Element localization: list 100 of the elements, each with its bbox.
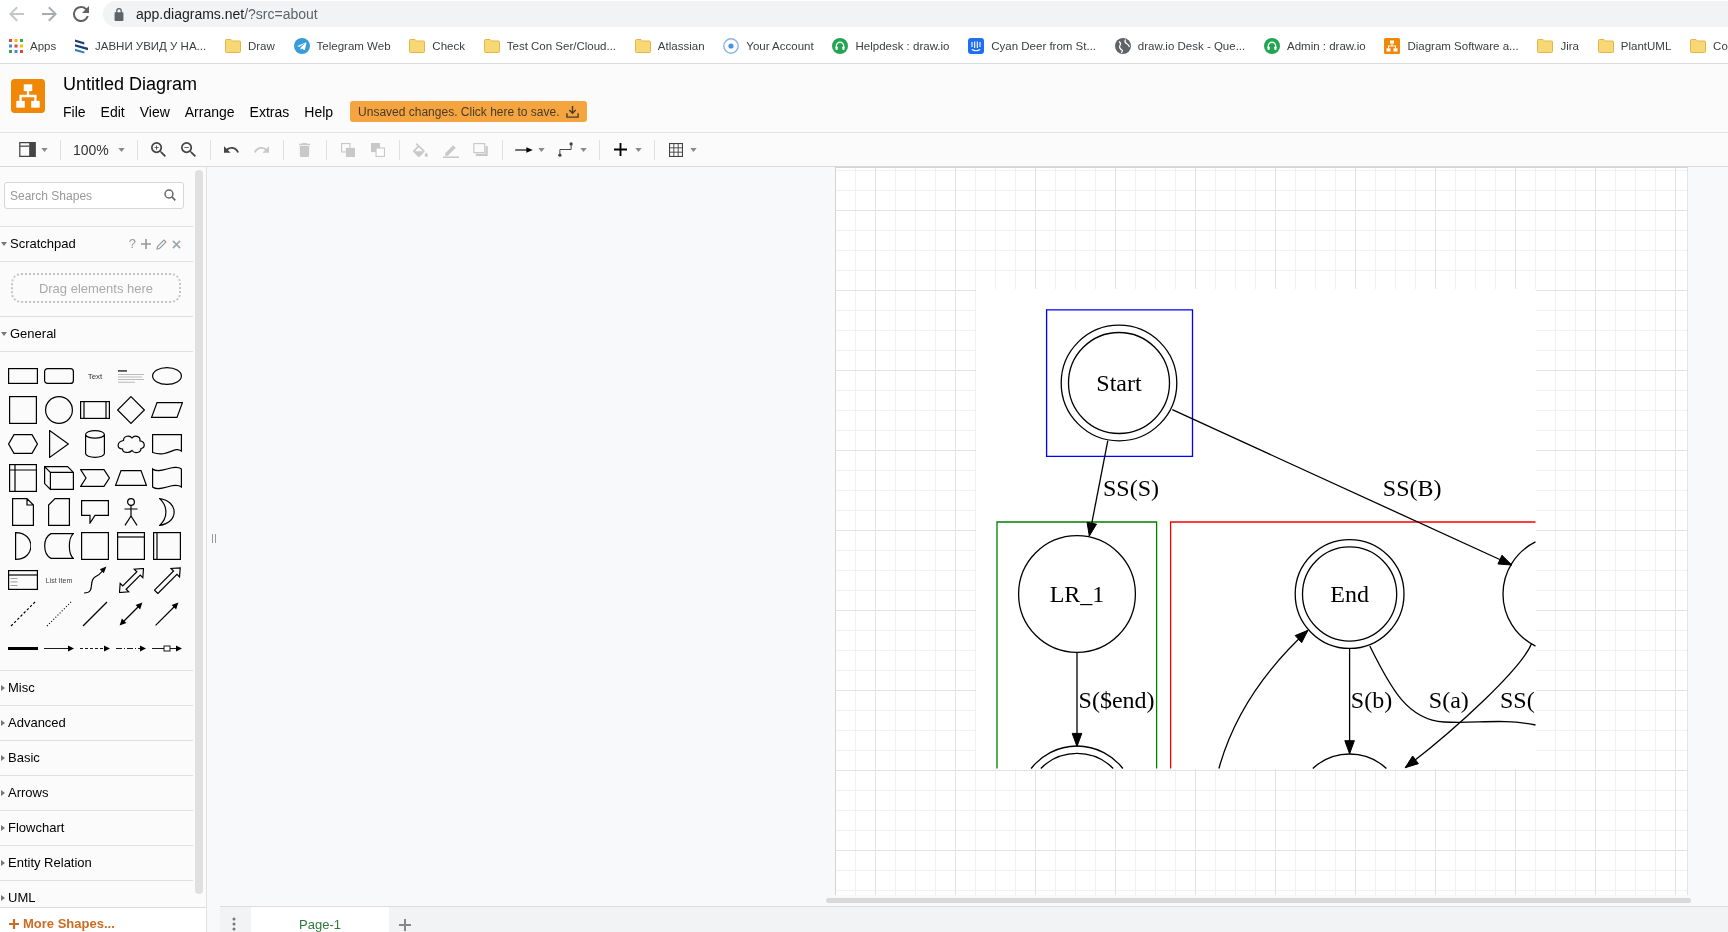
tape-shape-icon[interactable] <box>152 466 182 490</box>
search-icon[interactable] <box>164 189 176 201</box>
bookmark-link[interactable]: Apps <box>9 38 57 53</box>
bookmark-link[interactable]: Atlassian <box>634 38 705 53</box>
circle-shape-icon[interactable] <box>45 396 73 424</box>
hexagon-shape-icon[interactable] <box>8 434 38 454</box>
line-shape-icon[interactable] <box>82 601 108 627</box>
bookmark-link[interactable]: draw.io Desk - Que... <box>1114 37 1246 54</box>
menu-item[interactable]: Edit <box>100 101 125 122</box>
cube-shape-icon[interactable] <box>44 466 74 490</box>
section-header[interactable]: Scratchpad <box>1 234 76 254</box>
symbol-connector-shape-icon[interactable] <box>152 644 182 652</box>
zoom-out-icon[interactable] <box>181 142 197 157</box>
connector-shape-icon[interactable] <box>44 644 74 652</box>
bookmark-link[interactable]: Diagram Software a... <box>1384 37 1519 54</box>
note-shape-icon[interactable] <box>12 498 34 526</box>
dotted-line-shape-icon[interactable] <box>46 601 72 627</box>
dashed-line-shape-icon[interactable] <box>10 601 36 627</box>
double-block-arrow-shape-icon[interactable] <box>118 567 144 593</box>
container-shape-icon[interactable] <box>81 532 109 560</box>
caret-icon[interactable] <box>634 147 642 152</box>
pencil-icon[interactable] <box>156 238 167 250</box>
bookmark-link[interactable]: Helpdesk : draw.io <box>832 37 950 54</box>
bookmark-link[interactable]: Co <box>1690 38 1728 53</box>
section-header[interactable]: Entity Relation <box>1 853 92 873</box>
bookmark-link[interactable]: Jira <box>1537 38 1579 53</box>
diamond-shape-icon[interactable] <box>117 396 145 424</box>
add-page-icon[interactable] <box>399 919 411 931</box>
caret-icon[interactable] <box>117 147 125 152</box>
bookmark-link[interactable]: ЈАВНИ УВИД У НА... <box>75 37 207 54</box>
section-header[interactable]: Basic <box>1 748 40 768</box>
block-arrow-shape-icon[interactable] <box>153 566 181 594</box>
or-shape-icon[interactable] <box>159 498 175 526</box>
bookmark-link[interactable]: Draw <box>224 38 275 53</box>
table-icon[interactable] <box>668 142 683 157</box>
section-header[interactable]: General <box>1 324 57 344</box>
splitter-grip-icon[interactable] <box>211 534 216 543</box>
cloud-shape-icon[interactable] <box>116 434 146 454</box>
list-shape-icon[interactable] <box>8 570 38 590</box>
zoom-in-icon[interactable] <box>151 142 167 157</box>
save-notice-button[interactable]: Unsaved changes. Click here to save. <box>350 101 587 122</box>
menu-item[interactable]: File <box>63 101 86 122</box>
section-header[interactable]: UML <box>1 888 36 907</box>
document-title[interactable]: Untitled Diagram <box>63 73 198 95</box>
step-shape-icon[interactable] <box>80 469 110 487</box>
menu-item[interactable]: Arrange <box>184 101 235 122</box>
bookmark-link[interactable]: Your Account <box>723 37 814 54</box>
swimlane-shape-icon[interactable] <box>117 532 145 560</box>
process-shape-icon[interactable] <box>80 401 110 419</box>
caret-icon[interactable] <box>41 147 48 152</box>
bookmark-link[interactable]: Telegram Web <box>293 37 391 54</box>
section-header[interactable]: Misc <box>1 678 35 698</box>
sidebar-scrollbar[interactable] <box>195 170 203 894</box>
long-dashed-connector-shape-icon[interactable] <box>116 644 146 652</box>
plus-icon[interactable] <box>614 143 628 156</box>
square-shape-icon[interactable] <box>9 396 37 424</box>
undo-icon[interactable] <box>224 146 240 153</box>
section-header[interactable]: Arrows <box>1 783 49 803</box>
search-field[interactable]: Search Shapes <box>4 182 184 209</box>
page-tab[interactable]: Page-1 <box>251 907 389 932</box>
data-storage-shape-icon[interactable] <box>44 533 74 559</box>
actor-shape-icon[interactable] <box>123 498 139 526</box>
address-bar[interactable]: app.diagrams.net/?src=about <box>103 1 1728 27</box>
menu-item[interactable]: View <box>139 101 170 122</box>
vertical-container-shape-icon[interactable] <box>153 532 181 560</box>
delay-shape-icon[interactable] <box>15 532 31 560</box>
triangle-shape-icon[interactable] <box>49 430 69 458</box>
trapezoid-shape-icon[interactable] <box>115 470 147 486</box>
caret-icon[interactable] <box>689 147 697 152</box>
bookmark-link[interactable]: PlantUML <box>1597 38 1672 53</box>
caret-icon[interactable] <box>537 147 545 152</box>
text-shape[interactable]: Text <box>87 371 103 381</box>
parallelogram-shape-icon[interactable] <box>151 402 183 418</box>
internal-storage-shape-icon[interactable] <box>9 464 37 492</box>
caret-icon[interactable] <box>579 147 587 152</box>
arrow-icon[interactable] <box>514 145 533 154</box>
callout-shape-icon[interactable] <box>81 500 109 524</box>
menu-item[interactable]: Help <box>304 101 334 122</box>
menu-item[interactable]: Extras <box>249 101 290 122</box>
section-header[interactable]: Advanced <box>1 713 66 733</box>
thick-line-shape-icon[interactable] <box>8 646 38 650</box>
card-shape-icon[interactable] <box>48 498 70 526</box>
panel-layout-icon[interactable] <box>18 142 36 157</box>
document-shape-icon[interactable] <box>152 433 182 455</box>
rounded-rectangle-shape-icon[interactable] <box>44 368 74 384</box>
textbox-shape-icon[interactable] <box>118 369 144 383</box>
bookmark-link[interactable]: Cyan Deer from St... <box>968 37 1097 54</box>
bookmark-link[interactable]: Test Con Ser/Cloud... <box>483 38 617 53</box>
app-logo-icon[interactable] <box>11 79 45 113</box>
elbow-connector-icon[interactable] <box>558 142 574 157</box>
rectangle-shape-icon[interactable] <box>8 368 38 384</box>
horizontal-scrollbar[interactable] <box>826 898 1691 903</box>
reload-icon[interactable] <box>73 6 89 22</box>
section-header[interactable]: Flowchart <box>1 818 65 838</box>
ellipse-shape-icon[interactable] <box>152 367 182 385</box>
curved-arrow-shape-icon[interactable] <box>83 566 107 594</box>
cylinder-shape-icon[interactable] <box>85 430 105 458</box>
zoom-level[interactable]: 100% <box>73 141 109 158</box>
vertical-dots-icon[interactable] <box>232 917 236 931</box>
arrow-line-shape-icon[interactable] <box>155 602 179 626</box>
